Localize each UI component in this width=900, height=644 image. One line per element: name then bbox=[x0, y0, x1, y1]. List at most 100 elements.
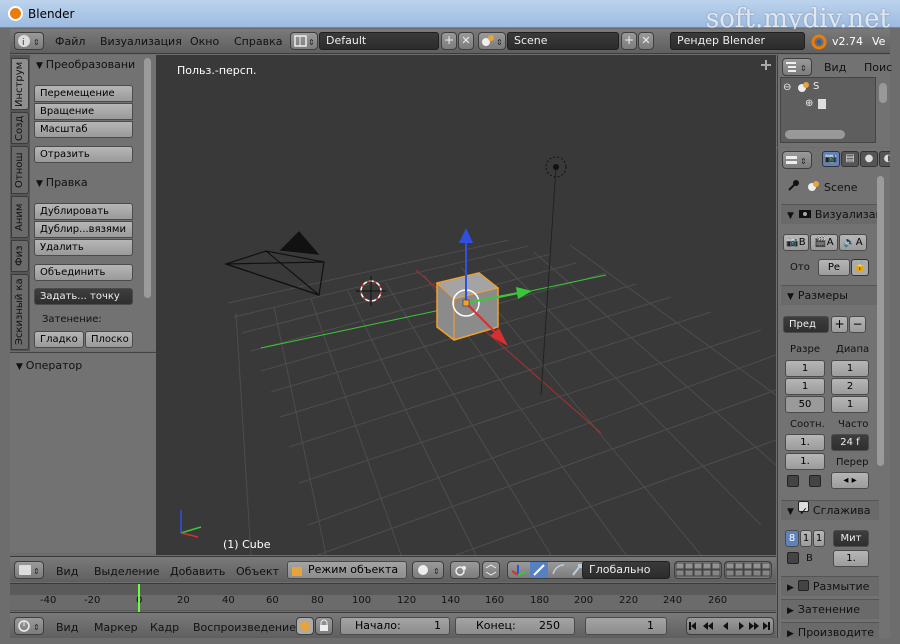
resolution-y-field[interactable]: 1 bbox=[785, 378, 825, 395]
duplicate-linked-button[interactable]: Дублир...вязями bbox=[34, 221, 133, 238]
shading-section-header[interactable]: ▶ Затенение bbox=[781, 599, 879, 619]
outliner-v-scrollbar[interactable] bbox=[879, 83, 887, 103]
shade-flat-button[interactable]: Плоско bbox=[85, 331, 133, 348]
render-engine-select[interactable]: Рендер Blender bbox=[670, 32, 805, 50]
menu-window[interactable]: Окно bbox=[190, 35, 219, 48]
render-tab-icon[interactable]: 📷 bbox=[822, 151, 840, 167]
add-preset-icon[interactable]: + bbox=[831, 316, 848, 333]
editor-type-timeline-button[interactable]: ⇕ bbox=[14, 617, 44, 635]
screen-layout-field[interactable]: Default bbox=[319, 32, 439, 50]
vp-menu-select[interactable]: Выделение bbox=[94, 565, 160, 578]
remove-preset-icon[interactable]: − bbox=[849, 316, 866, 333]
render-presets-select[interactable]: Пред bbox=[783, 316, 829, 333]
vp-menu-view[interactable]: Вид bbox=[56, 565, 78, 578]
vp-menu-add[interactable]: Добавить bbox=[170, 565, 225, 578]
delete-button[interactable]: Удалить bbox=[34, 239, 133, 256]
dimensions-section-header[interactable]: ▼ Размеры bbox=[781, 285, 879, 305]
editor-type-info-button[interactable]: i ⇕ bbox=[14, 32, 44, 50]
remove-scene-icon[interactable]: ✕ bbox=[638, 32, 654, 50]
start-frame-field[interactable]: Начало: 1 bbox=[340, 617, 450, 635]
scene-icon[interactable]: ⇕ bbox=[478, 32, 506, 50]
edit-panel-header[interactable]: Правка bbox=[36, 176, 88, 189]
frame-rate-select[interactable]: 24 f bbox=[831, 434, 869, 451]
frame-end-field[interactable]: 2 bbox=[831, 378, 869, 395]
tl-menu-view[interactable]: Вид bbox=[56, 621, 78, 634]
tl-menu-playback[interactable]: Воспроизведение bbox=[193, 621, 296, 634]
viewport-shading-select[interactable]: ⇕ bbox=[412, 561, 444, 579]
menu-file[interactable]: Файл bbox=[55, 35, 85, 48]
render-audio-button[interactable]: 🔊А bbox=[839, 234, 867, 251]
outliner-search[interactable]: Поис bbox=[864, 61, 892, 74]
tab-relations[interactable]: Отнош bbox=[11, 146, 29, 194]
aa-filter-select[interactable]: Мит bbox=[833, 530, 869, 547]
current-frame-cursor[interactable] bbox=[138, 584, 140, 612]
tab-tools[interactable]: Инструм bbox=[11, 58, 29, 110]
add-layout-icon[interactable]: + bbox=[441, 32, 457, 50]
outliner-row-label[interactable]: S bbox=[813, 81, 819, 92]
transform-manipulators-group[interactable] bbox=[507, 561, 587, 579]
playback-controls[interactable] bbox=[686, 617, 774, 635]
render-image-button[interactable]: 📷В bbox=[783, 234, 809, 251]
lock-interface-icon[interactable]: 🔒 bbox=[851, 259, 869, 276]
tl-menu-frame[interactable]: Кадр bbox=[150, 621, 179, 634]
operator-panel-header[interactable]: Оператор bbox=[16, 359, 82, 372]
resolution-percent-field[interactable]: 50 bbox=[785, 396, 825, 413]
expand-icon[interactable]: ⊕ bbox=[805, 98, 813, 109]
tab-create[interactable]: Созд bbox=[11, 112, 29, 144]
menu-help[interactable]: Справка bbox=[234, 35, 282, 48]
editor-type-properties-button[interactable]: ⇕ bbox=[782, 151, 812, 169]
aa-samples-8[interactable]: 8 bbox=[785, 530, 799, 547]
menu-render[interactable]: Визуализация bbox=[100, 35, 182, 48]
border-checkbox[interactable] bbox=[787, 475, 799, 487]
duplicate-button[interactable]: Дублировать bbox=[34, 203, 133, 220]
resolution-x-field[interactable]: 1 bbox=[785, 360, 825, 377]
3d-viewport[interactable]: Польз.-персп. (1) Cube bbox=[156, 55, 776, 555]
transform-orientation-select[interactable]: Глобально bbox=[582, 561, 670, 579]
camera-object-icon[interactable] bbox=[224, 231, 325, 296]
aspect-x-field[interactable]: 1. bbox=[785, 434, 825, 451]
aa-samples-11[interactable]: 1 bbox=[800, 530, 812, 547]
anti-aliasing-section-header[interactable]: ▼ ✓ Сглажива bbox=[781, 500, 879, 520]
remove-layout-icon[interactable]: ✕ bbox=[458, 32, 474, 50]
record-icon[interactable] bbox=[296, 617, 314, 635]
current-frame-field[interactable]: 1 bbox=[585, 617, 667, 635]
pivot-point-select[interactable] bbox=[450, 561, 480, 579]
editor-type-outliner-button[interactable]: ⇕ bbox=[782, 58, 812, 76]
scene-tab-icon[interactable]: ● bbox=[860, 151, 878, 167]
tool-shelf-scrollbar[interactable] bbox=[144, 58, 151, 298]
motion-blur-section-header[interactable]: ▶ Размытие bbox=[781, 576, 879, 596]
screen-layout-icon[interactable]: ⇕ bbox=[290, 32, 318, 50]
layers-block-1[interactable] bbox=[674, 561, 722, 579]
add-scene-icon[interactable]: + bbox=[621, 32, 637, 50]
end-frame-field[interactable]: Конец: 250 bbox=[455, 617, 575, 635]
time-remap-field[interactable]: ◂ ▸ bbox=[831, 472, 869, 489]
outliner-tree[interactable]: ⊖ S ⊕ bbox=[780, 77, 876, 143]
set-origin-select[interactable]: Задать... точку bbox=[34, 288, 133, 305]
display-mode-select[interactable]: Ре bbox=[818, 259, 850, 276]
lock-icon[interactable] bbox=[315, 617, 333, 635]
move-button[interactable]: Перемещение bbox=[34, 85, 133, 102]
tab-physics[interactable]: Физ bbox=[11, 240, 29, 272]
shade-smooth-button[interactable]: Гладко bbox=[34, 331, 84, 348]
frame-start-field[interactable]: 1 bbox=[831, 360, 869, 377]
frame-step-field[interactable]: 1 bbox=[831, 396, 869, 413]
timeline-ruler[interactable]: -40 -20 0 20 40 60 80 100 120 140 160 18… bbox=[10, 595, 776, 610]
join-button[interactable]: Объединить bbox=[34, 264, 133, 281]
transform-panel-header[interactable]: Преобразовани bbox=[36, 58, 135, 71]
tl-menu-marker[interactable]: Маркер bbox=[94, 621, 138, 634]
outliner-menu-view[interactable]: Вид bbox=[824, 61, 846, 74]
world-tab-icon[interactable]: ◐ bbox=[879, 151, 890, 167]
region-plus-icon[interactable] bbox=[759, 58, 773, 72]
aspect-y-field[interactable]: 1. bbox=[785, 453, 825, 470]
scale-button[interactable]: Масштаб bbox=[34, 121, 133, 138]
interaction-mode-select[interactable]: Режим объекта bbox=[287, 561, 407, 579]
crop-checkbox[interactable] bbox=[809, 475, 821, 487]
full-sample-checkbox[interactable] bbox=[787, 552, 799, 564]
render-animation-button[interactable]: 🎬А bbox=[810, 234, 838, 251]
vp-menu-object[interactable]: Объект bbox=[236, 565, 279, 578]
scene-field[interactable]: Scene bbox=[507, 32, 619, 50]
layers-block-2[interactable] bbox=[724, 561, 772, 579]
render-section-header[interactable]: ▼Визуализаци bbox=[781, 204, 879, 224]
outliner-h-scrollbar[interactable] bbox=[785, 130, 845, 139]
tab-grease-pencil[interactable]: Эскизный ка bbox=[11, 274, 29, 350]
